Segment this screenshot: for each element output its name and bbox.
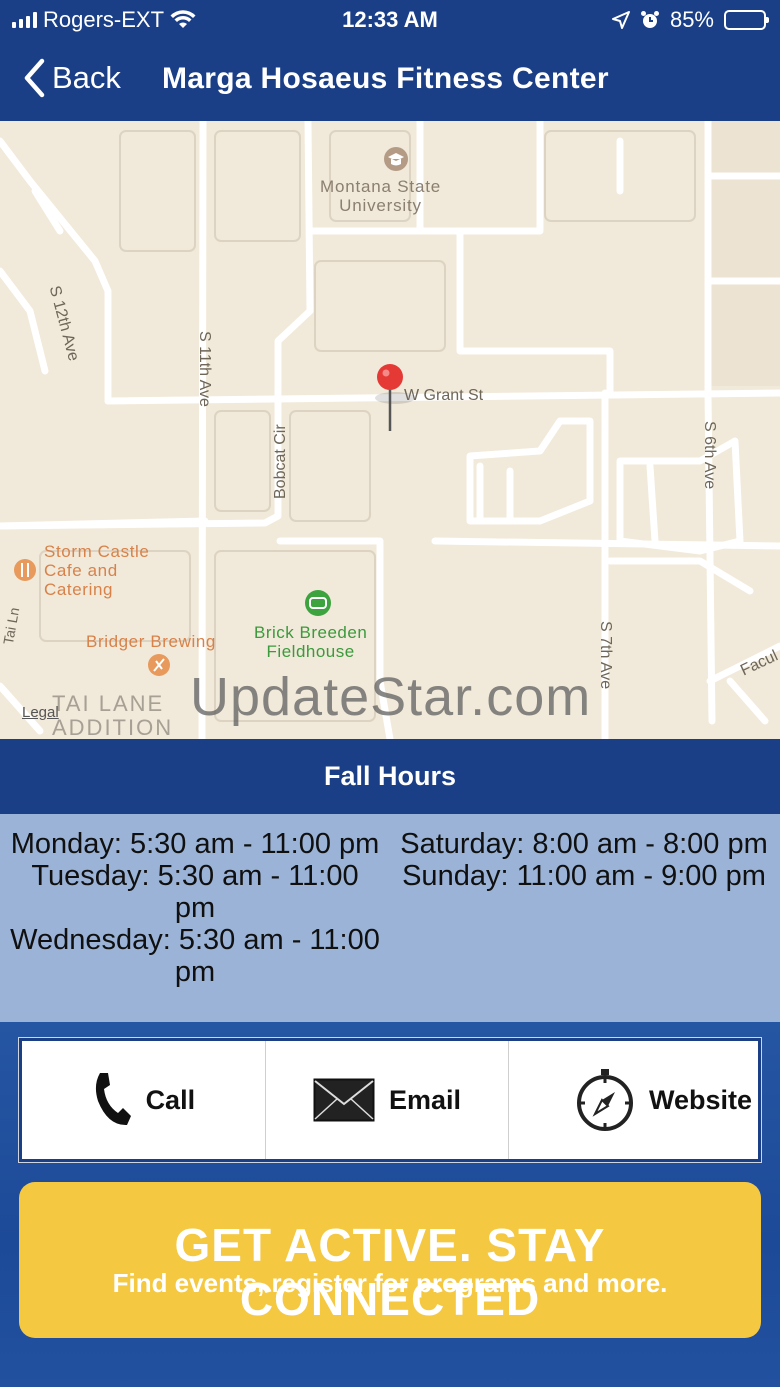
map-view[interactable]: Montana State University W Grant St S 12… (0, 121, 780, 739)
battery-percent: 85% (669, 7, 714, 32)
map-label-tai-lane-addition: TAI LANE ADDITION (52, 691, 174, 740)
hours-panel: Monday: 5:30 am - 11:00 pm Tuesday: 5:30… (0, 814, 780, 1022)
battery-icon (724, 10, 769, 30)
map-label-brick-breeden[interactable]: Brick Breeden Fieldhouse (254, 623, 367, 661)
top-bar: Rogers-EXT 12:33 AM 85% Back Marga Hosae… (0, 0, 780, 121)
hours-column-right: Saturday: 8:00 am - 8:00 pm Sunday: 11:0… (400, 828, 768, 892)
map-legal-link[interactable]: Legal (22, 704, 59, 721)
back-label: Back (52, 60, 121, 95)
status-right: 85% (611, 7, 769, 33)
map-label-university[interactable]: Montana State University (320, 177, 441, 215)
hours-title: Fall Hours (0, 739, 780, 814)
banner-subline: Find events, register for programs and m… (112, 1268, 668, 1298)
hours-column-left: Monday: 5:30 am - 11:00 pm Tuesday: 5:30… (10, 828, 380, 988)
chevron-left-icon (24, 58, 45, 98)
get-active-banner[interactable]: GET ACTIVE. STAY CONNECTED Find events, … (19, 1182, 761, 1338)
map-label-storm-castle[interactable]: Storm Castle Cafe and Catering (44, 542, 149, 599)
hours-monday: Monday: 5:30 am - 11:00 pm (10, 828, 380, 860)
page-title: Marga Hosaeus Fitness Center (162, 62, 609, 95)
back-button[interactable]: Back (22, 58, 121, 98)
call-label: Call (145, 1084, 196, 1115)
email-label: Email (388, 1084, 462, 1115)
website-button[interactable]: Website (509, 1041, 758, 1159)
alarm-icon (640, 11, 659, 28)
map-label-s-11th-ave: S 11th Ave (196, 331, 213, 407)
status-bar: Rogers-EXT 12:33 AM 85% (0, 0, 780, 40)
hours-wednesday: Wednesday: 5:30 am - 11:00 pm (10, 924, 380, 988)
compass-icon (576, 1069, 633, 1131)
contact-actions: Call Email Website (18, 1037, 762, 1163)
hours-sunday: Sunday: 11:00 am - 9:00 pm (402, 860, 766, 892)
hours-tuesday: Tuesday: 5:30 am - 11:00 pm (31, 860, 359, 924)
location-arrow-icon (611, 11, 630, 29)
map-label-w-grant-st: W Grant St (404, 387, 484, 404)
call-button[interactable]: Call (22, 1041, 266, 1159)
envelope-icon (313, 1078, 375, 1122)
map-label-s-6th-ave: S 6th Ave (701, 421, 718, 490)
map-label-s-7th-ave: S 7th Ave (597, 621, 614, 690)
website-label: Website (648, 1084, 753, 1115)
phone-icon (95, 1073, 131, 1126)
email-button[interactable]: Email (266, 1041, 510, 1159)
map-label-bridger-brewing[interactable]: Bridger Brewing (86, 632, 216, 651)
watermark: UpdateStar.com (190, 667, 592, 727)
map-label-bobcat-cir: Bobcat Cir (272, 424, 289, 499)
hours-saturday: Saturday: 8:00 am - 8:00 pm (400, 828, 768, 860)
